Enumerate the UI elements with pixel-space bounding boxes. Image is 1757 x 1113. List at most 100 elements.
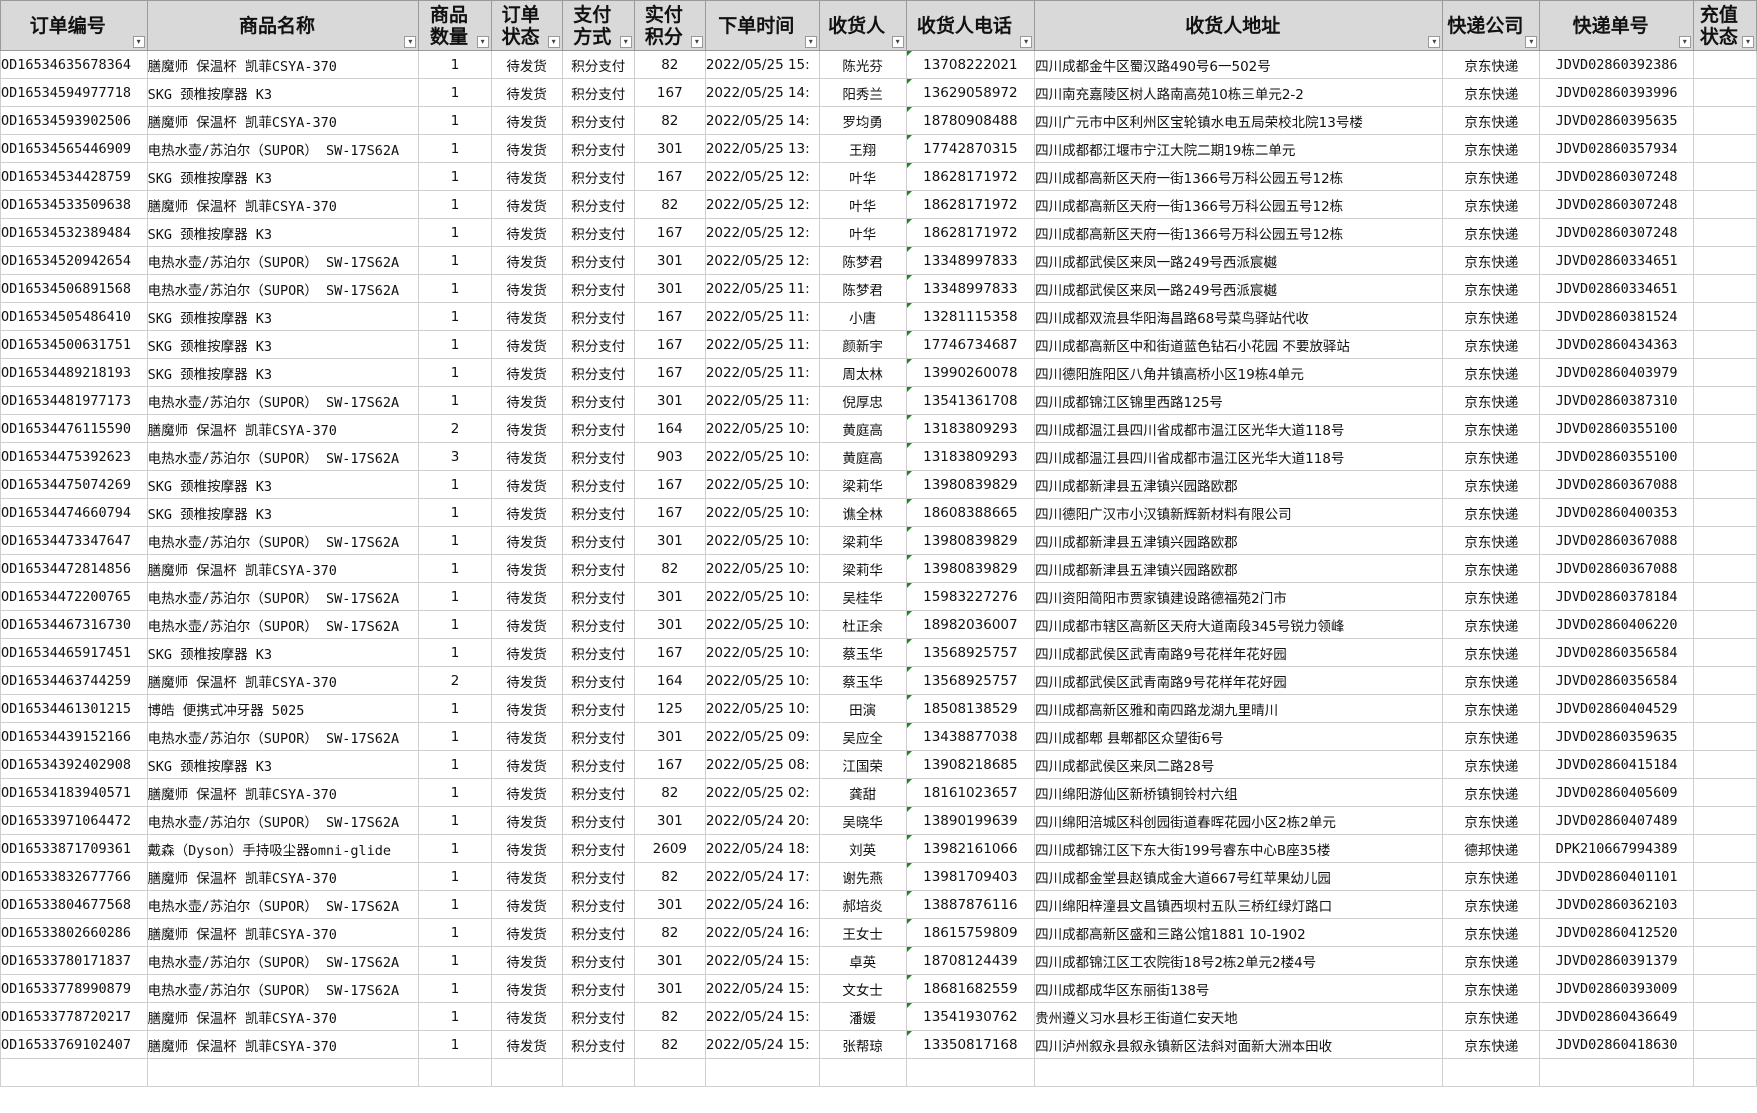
cell-recharge[interactable] <box>1692 526 1757 555</box>
cell-order_id[interactable]: OD16534472200765 <box>0 582 148 611</box>
cell-courier[interactable] <box>1442 1058 1541 1087</box>
cell-address[interactable]: 四川南充嘉陵区树人路南高苑10栋三单元2-2 <box>1034 78 1444 107</box>
cell-product[interactable]: 膳魔师 保温杯 凯菲CSYA-370 <box>146 1002 420 1031</box>
cell-phone[interactable]: 13568925757 <box>905 666 1036 695</box>
cell-status[interactable]: 待发货 <box>490 134 563 163</box>
cell-time[interactable]: 2022/05/25 10: <box>704 610 820 639</box>
cell-address[interactable]: 四川德阳广汉市小汉镇新辉新材料有限公司 <box>1034 498 1444 527</box>
cell-recharge[interactable] <box>1692 750 1757 779</box>
cell-recharge[interactable] <box>1692 414 1757 443</box>
cell-time[interactable]: 2022/05/25 15: <box>704 50 820 79</box>
cell-paid[interactable]: 167 <box>633 302 706 331</box>
cell-phone[interactable]: 18628171972 <box>905 218 1036 247</box>
cell-product[interactable]: 电热水壶/苏泊尔（SUPOR） SW-17S62A <box>146 442 420 471</box>
cell-order_id[interactable]: OD16534474660794 <box>0 498 148 527</box>
cell-product[interactable]: SKG 颈椎按摩器 K3 <box>146 302 420 331</box>
cell-order_id[interactable]: OD16533769102407 <box>0 1030 148 1059</box>
cell-address[interactable]: 四川成都锦江区锦里西路125号 <box>1034 386 1444 415</box>
cell-courier[interactable]: 京东快递 <box>1442 638 1541 667</box>
cell-recharge[interactable] <box>1692 134 1757 163</box>
cell-payment[interactable]: 积分支付 <box>561 78 635 107</box>
cell-qty[interactable]: 1 <box>418 918 492 947</box>
cell-courier[interactable]: 京东快递 <box>1442 974 1541 1003</box>
cell-order_id[interactable]: OD16533832677766 <box>0 862 148 891</box>
column-header-phone[interactable]: 收货人电话 ▾ <box>905 0 1036 51</box>
cell-time[interactable]: 2022/05/25 02: <box>704 778 820 807</box>
cell-address[interactable]: 四川成都锦江区工农院街18号2栋2单元2楼4号 <box>1034 946 1444 975</box>
cell-status[interactable]: 待发货 <box>490 806 563 835</box>
cell-receiver[interactable]: 蔡玉华 <box>818 638 907 667</box>
cell-tracking[interactable]: JDVD02860401101 <box>1539 862 1694 891</box>
cell-status[interactable]: 待发货 <box>490 834 563 863</box>
cell-phone[interactable]: 18508138529 <box>905 694 1036 723</box>
cell-time[interactable]: 2022/05/25 11: <box>704 274 820 303</box>
cell-qty[interactable]: 1 <box>418 694 492 723</box>
cell-product[interactable]: 电热水壶/苏泊尔（SUPOR） SW-17S62A <box>146 386 420 415</box>
cell-qty[interactable]: 1 <box>418 1002 492 1031</box>
cell-tracking[interactable]: JDVD02860357934 <box>1539 134 1694 163</box>
cell-qty[interactable]: 1 <box>418 946 492 975</box>
cell-payment[interactable]: 积分支付 <box>561 162 635 191</box>
cell-paid[interactable]: 167 <box>633 358 706 387</box>
cell-courier[interactable]: 京东快递 <box>1442 218 1541 247</box>
cell-payment[interactable]: 积分支付 <box>561 302 635 331</box>
cell-receiver[interactable]: 梁莉华 <box>818 554 907 583</box>
cell-address[interactable]: 四川广元市中区利州区宝轮镇水电五局荣校北院13号楼 <box>1034 106 1444 135</box>
filter-dropdown-icon[interactable]: ▾ <box>1742 36 1754 48</box>
cell-courier[interactable]: 京东快递 <box>1442 106 1541 135</box>
cell-time[interactable]: 2022/05/24 20: <box>704 806 820 835</box>
cell-paid[interactable]: 82 <box>633 1030 706 1059</box>
cell-paid[interactable]: 82 <box>633 1002 706 1031</box>
cell-phone[interactable]: 13568925757 <box>905 638 1036 667</box>
cell-payment[interactable] <box>561 1058 635 1087</box>
cell-tracking[interactable]: JDVD02860362103 <box>1539 890 1694 919</box>
cell-phone[interactable]: 15983227276 <box>905 582 1036 611</box>
cell-tracking[interactable]: JDVD02860406220 <box>1539 610 1694 639</box>
cell-tracking[interactable]: JDVD02860393996 <box>1539 78 1694 107</box>
cell-recharge[interactable] <box>1692 974 1757 1003</box>
cell-qty[interactable]: 1 <box>418 498 492 527</box>
cell-qty[interactable]: 1 <box>418 134 492 163</box>
column-header-qty[interactable]: 商品数量 ▾ <box>418 0 492 51</box>
cell-phone[interactable]: 13348997833 <box>905 246 1036 275</box>
cell-paid[interactable]: 82 <box>633 50 706 79</box>
cell-paid[interactable]: 301 <box>633 386 706 415</box>
cell-payment[interactable]: 积分支付 <box>561 1030 635 1059</box>
cell-address[interactable]: 四川成都武侯区来凤一路249号西派宸樾 <box>1034 246 1444 275</box>
cell-phone[interactable]: 13183809293 <box>905 442 1036 471</box>
cell-product[interactable]: 膳魔师 保温杯 凯菲CSYA-370 <box>146 414 420 443</box>
cell-receiver[interactable]: 龚甜 <box>818 778 907 807</box>
cell-recharge[interactable] <box>1692 1058 1757 1087</box>
cell-payment[interactable]: 积分支付 <box>561 862 635 891</box>
cell-payment[interactable]: 积分支付 <box>561 330 635 359</box>
cell-paid[interactable]: 301 <box>633 946 706 975</box>
cell-receiver[interactable]: 梁莉华 <box>818 526 907 555</box>
cell-product[interactable]: 膳魔师 保温杯 凯菲CSYA-370 <box>146 106 420 135</box>
cell-payment[interactable]: 积分支付 <box>561 890 635 919</box>
cell-receiver[interactable]: 倪厚忠 <box>818 386 907 415</box>
cell-status[interactable]: 待发货 <box>490 694 563 723</box>
cell-order_id[interactable]: OD16534594977718 <box>0 78 148 107</box>
cell-tracking[interactable]: JDVD02860400353 <box>1539 498 1694 527</box>
cell-receiver[interactable]: 黄庭高 <box>818 442 907 471</box>
cell-phone[interactable]: 17742870315 <box>905 134 1036 163</box>
cell-receiver[interactable]: 罗均勇 <box>818 106 907 135</box>
cell-recharge[interactable] <box>1692 78 1757 107</box>
cell-courier[interactable]: 京东快递 <box>1442 386 1541 415</box>
column-header-courier[interactable]: 快递公司 ▾ <box>1442 0 1541 51</box>
cell-tracking[interactable]: JDVD02860367088 <box>1539 470 1694 499</box>
cell-paid[interactable]: 301 <box>633 582 706 611</box>
cell-product[interactable]: 电热水壶/苏泊尔（SUPOR） SW-17S62A <box>146 722 420 751</box>
cell-tracking[interactable]: JDVD02860418630 <box>1539 1030 1694 1059</box>
cell-address[interactable]: 四川成都武侯区来凤二路28号 <box>1034 750 1444 779</box>
cell-status[interactable]: 待发货 <box>490 554 563 583</box>
cell-courier[interactable]: 京东快递 <box>1442 526 1541 555</box>
cell-paid[interactable]: 164 <box>633 666 706 695</box>
cell-time[interactable]: 2022/05/24 18: <box>704 834 820 863</box>
cell-phone[interactable]: 13980839829 <box>905 526 1036 555</box>
cell-time[interactable]: 2022/05/24 15: <box>704 1030 820 1059</box>
cell-tracking[interactable]: JDVD02860359635 <box>1539 722 1694 751</box>
cell-address[interactable]: 四川成都市辖区高新区天府大道南段345号锐力领峰 <box>1034 610 1444 639</box>
cell-order_id[interactable]: OD16534500631751 <box>0 330 148 359</box>
cell-tracking[interactable]: JDVD02860355100 <box>1539 414 1694 443</box>
